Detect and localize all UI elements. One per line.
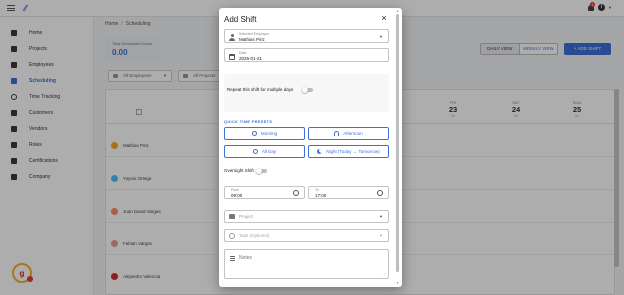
morning-preset-label: Morning xyxy=(260,131,278,136)
date-field[interactable]: Date 2026-01-21 xyxy=(224,48,389,62)
chevron-down-icon: ▼ xyxy=(379,233,383,238)
quick-presets-title: QUICK TIME PRESETS xyxy=(224,120,273,124)
resize-handle-icon[interactable]: ⟋ xyxy=(383,272,386,277)
sun-icon xyxy=(251,131,257,136)
from-time-value: 09:00 xyxy=(231,193,243,198)
clock-icon[interactable] xyxy=(377,190,383,196)
afternoon-preset-button[interactable]: Afternoon xyxy=(308,127,389,140)
overnight-label: Overnight Shift xyxy=(224,168,254,173)
afternoon-preset-label: Afternoon xyxy=(343,131,363,136)
scroll-up-icon[interactable]: ▲ xyxy=(396,9,399,13)
night-preset-label: Night (Today → Tomorrow) xyxy=(326,149,380,154)
to-time-field[interactable]: To 17:00 xyxy=(308,186,389,199)
all-day-preset-button[interactable]: All Day xyxy=(224,145,305,158)
all-day-preset-label: All Day xyxy=(261,149,277,154)
chevron-down-icon: ▼ xyxy=(379,214,383,219)
employee-select-value: Mathias Piriz xyxy=(239,37,265,42)
from-time-field[interactable]: From 09:00 xyxy=(224,186,305,199)
repeat-section: Repeat this shift for multiple days xyxy=(224,74,389,112)
moon-icon xyxy=(317,149,323,154)
repeat-toggle[interactable] xyxy=(302,87,313,93)
dialog-title: Add Shift xyxy=(224,15,257,24)
dialog-scrollbar[interactable] xyxy=(396,14,399,272)
add-shift-dialog: Add Shift × ▲ ▼ Selected Employee Mathia… xyxy=(219,8,402,287)
overnight-toggle[interactable] xyxy=(256,168,267,174)
sunset-icon xyxy=(334,131,340,136)
folder-icon xyxy=(229,214,235,219)
check-circle-icon xyxy=(229,233,235,239)
person-icon xyxy=(229,34,235,41)
calendar-icon xyxy=(229,54,235,60)
project-select-placeholder: Project xyxy=(239,214,254,219)
date-field-label: Date xyxy=(239,51,247,55)
notes-icon xyxy=(230,256,235,261)
chevron-down-icon: ▼ xyxy=(379,34,383,39)
repeat-label: Repeat this shift for multiple days xyxy=(227,87,294,92)
project-select[interactable]: Project ▼ xyxy=(224,210,389,223)
from-time-label: From xyxy=(231,188,240,192)
date-field-value: 2026-01-21 xyxy=(239,56,263,61)
notes-field[interactable]: Notes ⟋ xyxy=(224,249,389,279)
clock-icon[interactable] xyxy=(293,190,299,196)
clock-icon xyxy=(252,149,258,154)
notes-placeholder: Notes xyxy=(239,255,253,261)
employee-select-label: Selected Employee xyxy=(239,32,270,36)
to-time-label: To xyxy=(315,188,319,192)
task-select[interactable]: Task (Optional) ▼ xyxy=(224,229,389,242)
to-time-value: 17:00 xyxy=(315,193,327,198)
morning-preset-button[interactable]: Morning xyxy=(224,127,305,140)
scroll-down-icon[interactable]: ▼ xyxy=(396,281,399,285)
close-icon[interactable]: × xyxy=(380,14,388,23)
night-preset-button[interactable]: Night (Today → Tomorrow) xyxy=(308,145,389,158)
employee-select[interactable]: Selected Employee Mathias Piriz ▼ xyxy=(224,29,389,43)
task-select-placeholder: Task (Optional) xyxy=(239,233,270,238)
